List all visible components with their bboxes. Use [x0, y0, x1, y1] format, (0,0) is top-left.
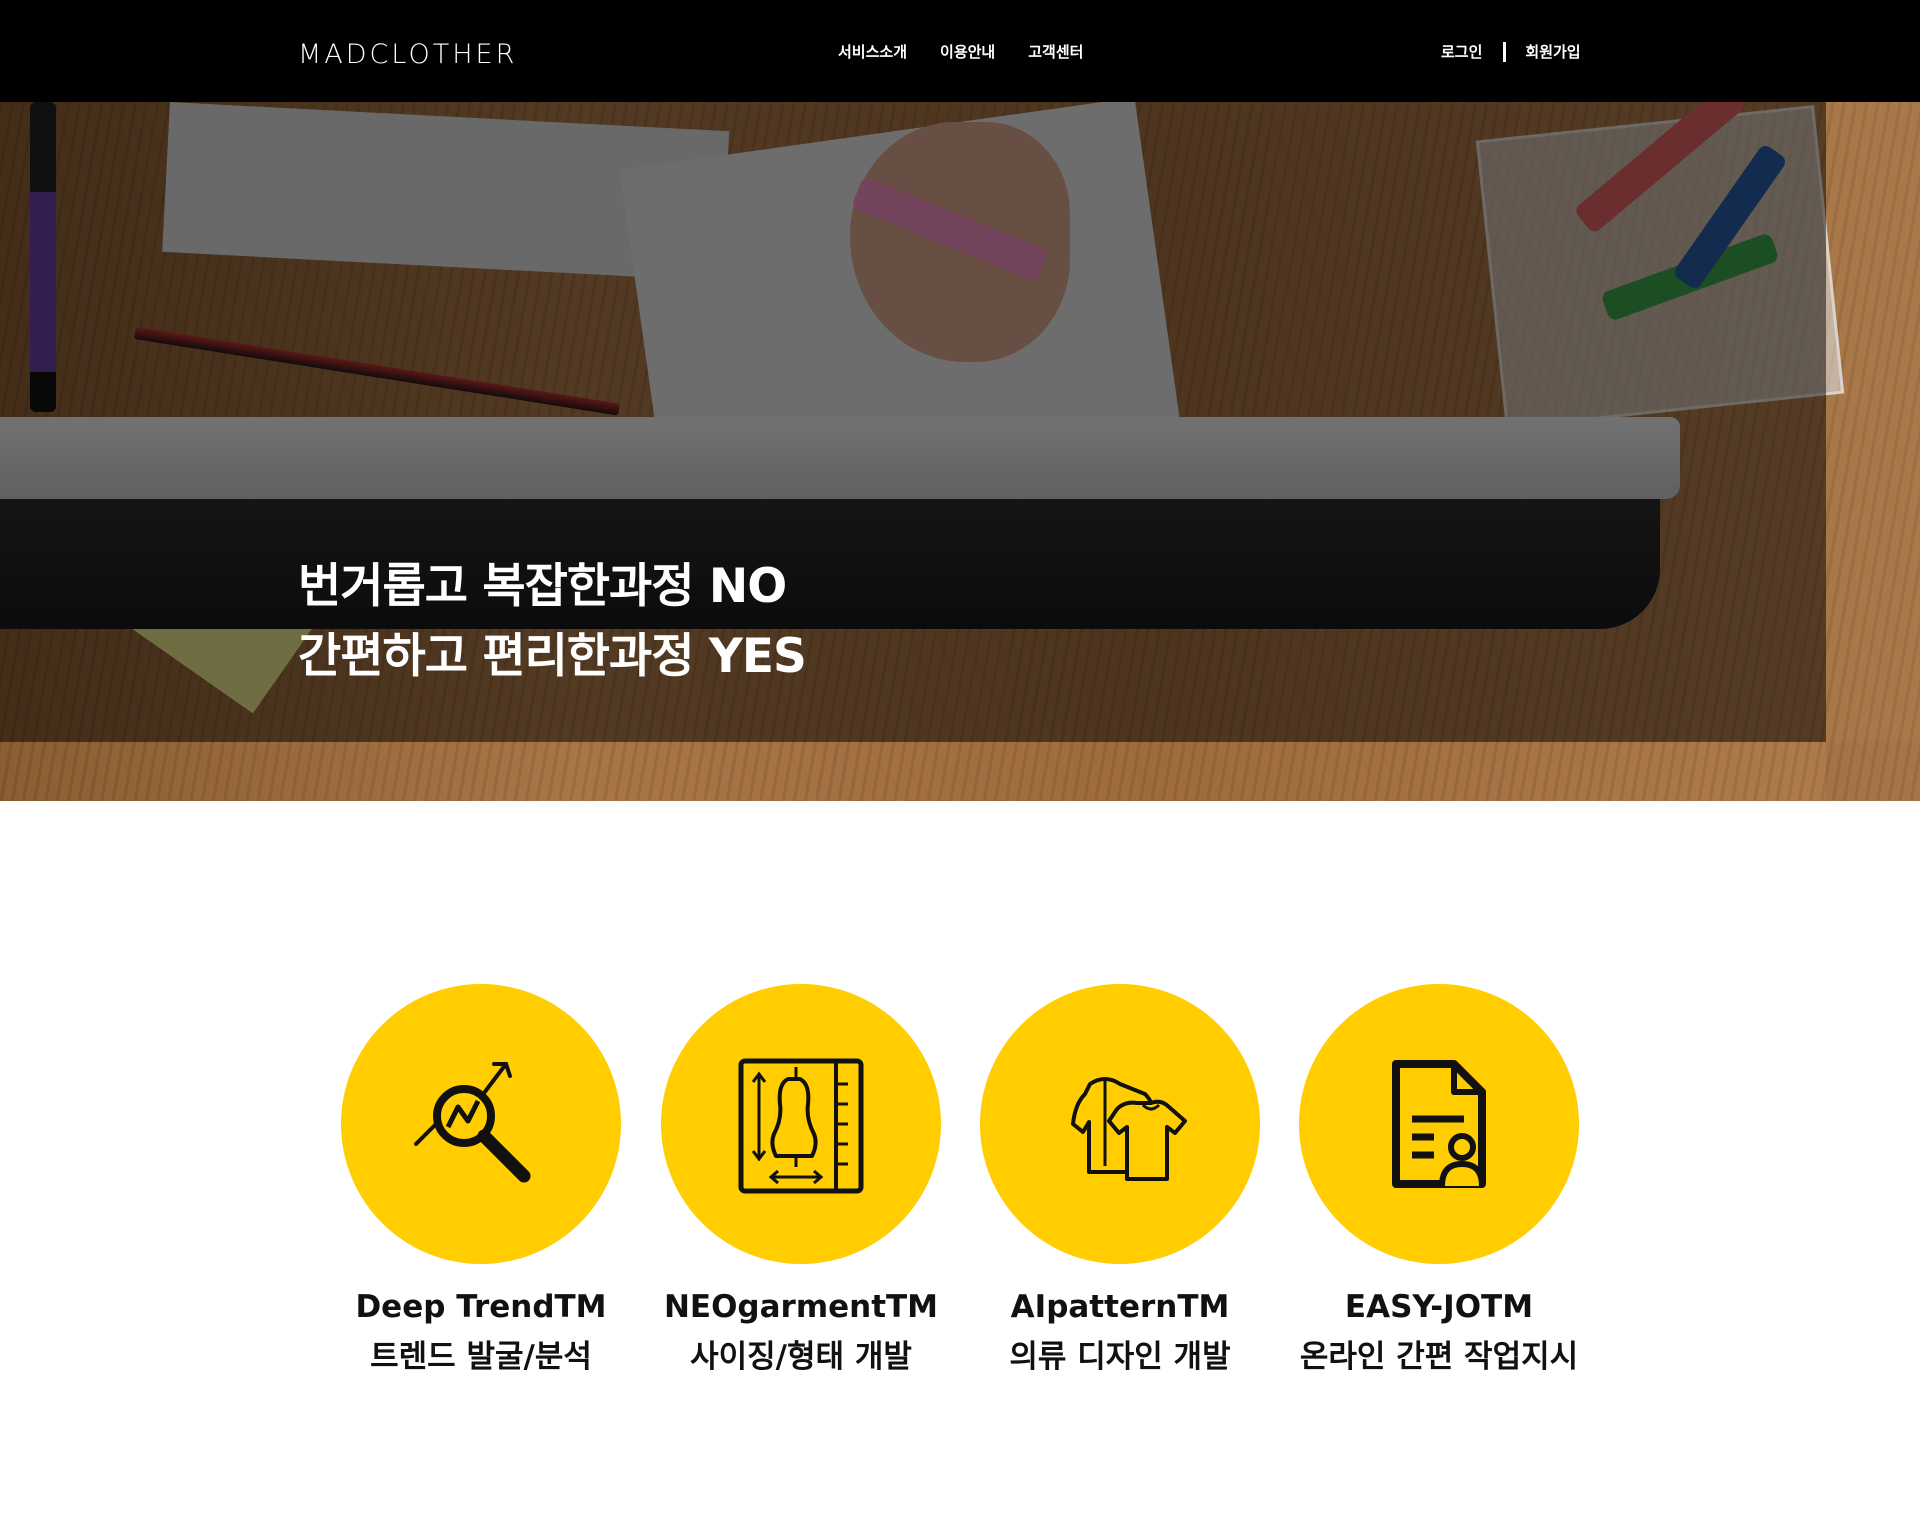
service-description: 사이징/형태 개발 — [690, 1339, 912, 1375]
mannequin-sizing-icon — [738, 1058, 864, 1194]
service-name: AIpatternTM — [1010, 1289, 1230, 1325]
service-card-neogarment[interactable]: NEOgarmentTM 사이징/형태 개발 — [661, 984, 941, 1382]
service-name: EASY-JOTM — [1344, 1289, 1534, 1325]
nav-item-usage-guide[interactable]: 이용안내 — [940, 38, 995, 66]
hero-headline: 번거롭고 복잡한과정 NO 간편하고 편리한과정 YES — [298, 552, 807, 692]
service-icon-circle — [341, 984, 621, 1264]
service-name: NEOgarmentTM — [663, 1289, 939, 1325]
hero-bottom-strip — [0, 742, 1920, 801]
service-icon-circle — [1299, 984, 1579, 1264]
nav-item-service-intro[interactable]: 서비스소개 — [838, 38, 907, 66]
top-header: MADCLOTHER 서비스소개 이용안내 고객센터 로그인 회원가입 — [0, 0, 1920, 102]
service-card-deep-trend[interactable]: Deep TrendTM 트렌드 발굴/분석 — [341, 984, 621, 1382]
login-link[interactable]: 로그인 — [1441, 38, 1482, 66]
service-card-easy-jo[interactable]: EASY-JOTM 온라인 간편 작업지시 — [1299, 984, 1579, 1382]
service-description: 의류 디자인 개발 — [1009, 1339, 1231, 1375]
document-user-icon — [1392, 1060, 1486, 1188]
service-icon-circle — [980, 984, 1260, 1264]
main-nav: 서비스소개 이용안내 고객센터 — [838, 38, 1083, 66]
nav-item-customer-center[interactable]: 고객센터 — [1028, 38, 1083, 66]
hero-banner: 번거롭고 복잡한과정 NO 간편하고 편리한과정 YES — [0, 102, 1920, 801]
service-card-aipattern[interactable]: AIpatternTM 의류 디자인 개발 — [980, 984, 1260, 1382]
hero-line-1: 번거롭고 복잡한과정 NO — [298, 559, 787, 614]
auth-divider — [1503, 42, 1507, 62]
hero-dark-overlay — [0, 102, 1826, 742]
service-description: 트렌드 발굴/분석 — [370, 1339, 592, 1375]
signup-link[interactable]: 회원가입 — [1525, 38, 1580, 66]
clothing-design-icon — [1071, 1077, 1187, 1181]
hero-line-2: 간편하고 편리한과정 YES — [298, 629, 807, 684]
service-name: Deep TrendTM — [355, 1289, 607, 1325]
auth-links: 로그인 회원가입 — [1441, 38, 1581, 66]
trend-search-icon — [414, 1062, 531, 1183]
service-description: 온라인 간편 작업지시 — [1299, 1339, 1579, 1375]
site-logo[interactable]: MADCLOTHER — [298, 36, 517, 74]
service-icon-circle — [661, 984, 941, 1264]
hero-overlay-edge — [1826, 102, 1920, 801]
